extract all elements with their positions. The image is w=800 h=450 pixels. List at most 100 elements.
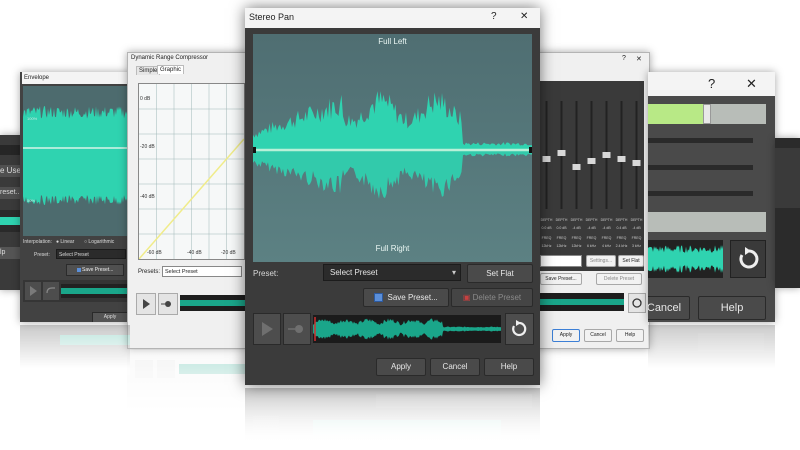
eq-set-flat-button[interactable]: Set Flat [618,255,644,267]
stereo-pan-titlebar: Stereo Pan ? ✕ [245,8,540,28]
loop-icon [46,287,55,294]
play-icon [30,286,37,296]
delete-icon: ▣ [462,293,471,302]
tab-graphic[interactable]: Graphic [157,65,185,74]
envelope-preset-value: Select Preset [59,252,89,258]
eq-help-button[interactable]: Help [616,329,644,342]
eq-delete-preset-button[interactable]: Delete Preset [596,273,642,285]
stereo-pan-close-icon[interactable]: ✕ [520,11,528,22]
right-help-icon[interactable]: ? [708,76,715,91]
compressor-play-button[interactable] [136,293,156,315]
eq-band-label: DEPTH [556,218,568,222]
stereo-pan-save-preset-button[interactable]: Save Preset... [363,288,449,307]
stereo-pan-preset-select[interactable]: Select Preset ▾ [323,264,461,281]
eq-band-hz: 12kHz [572,244,582,248]
comp-x-label-2: -20 dB [221,250,236,256]
eq-band-db: -4 dB [572,226,581,230]
envelope-radio-linear[interactable]: ● Linear [56,239,74,245]
pan-handle-left[interactable] [253,147,256,153]
compressor-loop-button[interactable] [158,293,178,315]
eq-band-hz: 6 kHz [587,244,596,248]
floppy-icon [76,267,81,272]
record-marker-icon [161,301,171,307]
envelope-play-button[interactable] [25,282,41,300]
envelope-preset-select[interactable]: Select Preset [56,249,126,259]
eq-band-freq: FREQ [587,236,597,240]
right-field[interactable] [648,212,766,232]
envelope-linear-label: Linear [60,239,75,245]
stereo-pan-refresh-button[interactable] [505,313,534,345]
stereo-pan-help-icon[interactable]: ? [491,11,497,22]
full-left-label: Full Left [378,37,407,46]
eq-cancel-button[interactable]: Cancel [584,329,612,342]
eq-band-db: 0.4 dB [616,226,627,230]
right-slider-2[interactable] [648,165,753,170]
stereo-pan-delete-preset-button[interactable]: ▣ Delete Preset [451,288,533,307]
compressor-transport [136,291,248,315]
floppy-icon [374,293,384,303]
edge-help-button[interactable]: lp [0,247,22,259]
stereo-pan-loop-button[interactable] [283,313,311,345]
eq-help-icon[interactable]: ? [622,55,626,62]
record-marker-icon [288,325,303,333]
envelope-transport [23,280,133,302]
stereo-pan-reflection [245,388,540,450]
envelope-waveform-panel: 100% 50% [23,86,133,236]
right-cancel-button[interactable]: Cancel [648,296,690,320]
eq-band-freq: FREQ [542,236,552,240]
right-help-button[interactable]: Help [698,296,766,320]
envelope-apply-button[interactable]: Apply [92,312,128,322]
comp-x-label-0: -60 dB [147,250,162,256]
compressor-presets-label: Presets: [138,269,161,275]
comp-db-label-1: -20 dB [140,144,155,150]
eq-band-label: DEPTH [571,218,583,222]
envelope-save-preset-label: Save Preset... [81,267,114,273]
right-close-icon[interactable]: ✕ [746,76,757,92]
stereo-pan-play-button[interactable] [253,313,281,345]
comp-db-label-2: -40 dB [140,194,155,200]
stereo-pan-cancel-button[interactable]: Cancel [430,358,480,376]
right-level-bar[interactable] [648,104,766,124]
eq-loop-button[interactable] [628,293,646,313]
compressor-title: Dynamic Range Compressor [131,55,209,61]
eq-band-label: DEPTH [616,218,628,222]
right-refresh-button[interactable] [730,240,766,278]
eq-save-preset-button[interactable]: Save Preset... [540,273,582,285]
stereo-pan-save-preset-label: Save Preset... [387,293,438,302]
envelope-save-preset-button[interactable]: Save Preset... [66,264,124,276]
right-slider-3[interactable] [648,191,753,196]
eq-band-db: -4 dB [602,226,611,230]
eq-apply-button[interactable]: Apply [552,329,580,342]
envelope-loop-button[interactable] [43,282,59,300]
stereo-pan-transport [253,313,534,345]
refresh-icon [632,298,642,308]
eq-band-db: -4 dB [587,226,596,230]
compressor-window: Dynamic Range Compressor Simple Graphic … [127,52,249,349]
eq-close-icon[interactable]: ✕ [636,55,642,63]
pan-handle-right[interactable] [529,147,532,153]
play-icon [143,299,150,309]
stereo-pan-mini-waveform[interactable] [313,315,501,343]
eq-settings-button[interactable]: Settings... [586,255,616,267]
right-level-thumb[interactable] [703,104,711,124]
eq-band-freq: FREQ [602,236,612,240]
compressor-preset-select[interactable]: Select Preset [162,266,242,277]
stereo-pan-waveform-panel[interactable]: Full Left Full Right [253,34,532,262]
eq-preset-select[interactable] [540,255,582,267]
eq-band-db: 0.0 dB [541,226,552,230]
full-right-label: Full Right [375,244,410,253]
play-icon [262,322,273,336]
envelope-preset-label: Preset: [34,252,50,258]
envelope-radio-logarithmic[interactable]: ○ Logarithmic [84,239,114,245]
stereo-pan-help-button[interactable]: Help [484,358,534,376]
stereo-pan-apply-button[interactable]: Apply [376,358,426,376]
eq-band-db: 0.0 dB [556,226,567,230]
stereo-pan-set-flat-button[interactable]: Set Flat [467,264,533,283]
right-edge-panel [775,138,800,288]
right-slider-1[interactable] [648,138,753,143]
stereo-pan-delete-preset-label: Delete Preset [472,293,522,302]
eq-band-hz: 3 kHz [632,244,641,248]
chevron-down-icon: ▾ [451,268,456,277]
eq-band-freq: FREQ [632,236,642,240]
eq-band-hz: 4 kHz [602,244,611,248]
